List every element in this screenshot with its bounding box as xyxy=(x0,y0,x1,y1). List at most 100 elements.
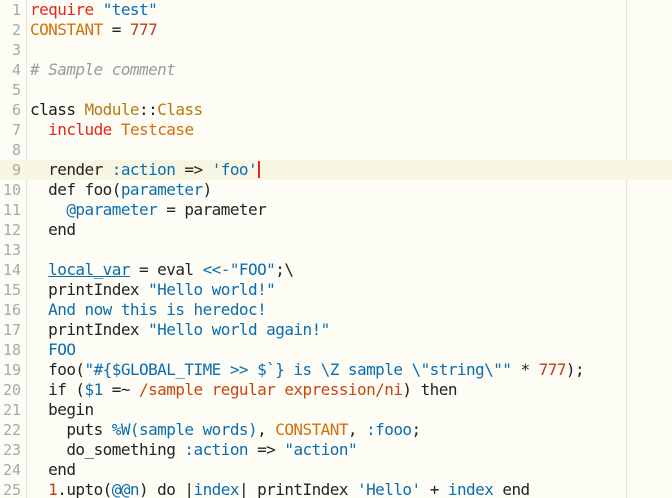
code-token: :action xyxy=(111,160,176,179)
code-token: printIndex xyxy=(30,320,149,339)
code-token: require xyxy=(30,0,94,19)
code-token: = xyxy=(102,20,130,39)
code-token: %W(sample words) xyxy=(111,420,258,439)
code-line[interactable]: 21 begin xyxy=(0,400,672,420)
line-number: 20 xyxy=(2,381,21,399)
line-number: 16 xyxy=(2,301,21,319)
line-source[interactable]: 1.upto(@@n) do |index| printIndex 'Hello… xyxy=(30,480,530,498)
code-line[interactable]: 18 FOO xyxy=(0,340,672,360)
code-line[interactable]: 10 def foo(parameter) xyxy=(0,180,672,200)
line-source[interactable]: local_var = eval <<-"FOO";\ xyxy=(30,260,294,280)
code-line[interactable]: 23 do_something :action => "action" xyxy=(0,440,672,460)
code-token: puts xyxy=(30,420,112,439)
code-line[interactable]: 14 local_var = eval <<-"FOO";\ xyxy=(0,260,672,280)
code-line[interactable]: 12 end xyxy=(0,220,672,240)
code-line[interactable]: 2 CONSTANT = 777 xyxy=(0,20,672,40)
code-token: 'Hello' xyxy=(357,480,421,498)
line-source[interactable]: foo("#{$GLOBAL_TIME >> $`} is \Z sample … xyxy=(30,360,584,380)
text-cursor xyxy=(258,161,261,178)
code-line[interactable]: 4 # Sample comment xyxy=(0,60,672,80)
code-line[interactable]: 1 require "test" xyxy=(0,0,672,20)
line-number: 4 xyxy=(11,61,21,79)
code-token: Class xyxy=(157,100,203,119)
code-editor[interactable]: 1 require "test" 2 CONSTANT = 777 3 4 # Sample… xyxy=(0,0,672,498)
code-token: "test" xyxy=(102,0,158,19)
line-source[interactable]: puts %W(sample words), CONSTANT, :fooo; xyxy=(30,420,421,440)
code-token: do_something xyxy=(30,440,185,459)
line-source[interactable]: printIndex "Hello world!" xyxy=(30,280,276,300)
code-token: index xyxy=(193,480,240,498)
line-source[interactable]: CONSTANT = 777 xyxy=(30,20,158,40)
line-number: 1 xyxy=(11,1,21,19)
line-number: 15 xyxy=(2,281,21,299)
line-source[interactable]: FOO xyxy=(30,340,76,360)
code-line[interactable]: 25 1.upto(@@n) do |index| printIndex 'He… xyxy=(0,480,672,498)
line-number: 10 xyxy=(2,181,21,199)
line-number: 21 xyxy=(2,401,21,419)
code-token: render xyxy=(30,160,112,179)
code-line[interactable]: 19 foo("#{$GLOBAL_TIME >> $`} is \Z samp… xyxy=(0,360,672,380)
line-number: 2 xyxy=(11,21,21,39)
code-token: ) then xyxy=(402,380,457,399)
line-source[interactable]: @parameter = parameter xyxy=(30,200,266,220)
code-line[interactable]: 5 xyxy=(0,80,672,100)
code-token: = eval xyxy=(129,260,203,279)
code-token: foo( xyxy=(30,360,85,379)
line-source[interactable]: render :action => 'foo' xyxy=(30,160,261,180)
line-source[interactable]: begin xyxy=(30,400,94,420)
line-number: 6 xyxy=(11,101,21,119)
code-line[interactable]: 24 end xyxy=(0,460,672,480)
code-token: =~ xyxy=(102,380,140,399)
code-line[interactable]: 9 render :action => 'foo' xyxy=(0,160,672,180)
code-line[interactable]: 11 @parameter = parameter xyxy=(0,200,672,220)
code-line[interactable]: 8 xyxy=(0,140,672,160)
code-token: @@n xyxy=(111,480,140,498)
line-source[interactable]: printIndex "Hello world again!" xyxy=(30,320,330,340)
code-token: ;\ xyxy=(275,260,294,279)
line-number: 24 xyxy=(2,461,21,479)
line-source[interactable]: end xyxy=(30,460,76,480)
code-token: "action" xyxy=(284,440,358,459)
code-token: FOO xyxy=(30,340,76,359)
line-source[interactable]: def foo(parameter) xyxy=(30,180,212,200)
code-token: ); xyxy=(565,360,585,379)
code-line[interactable]: 13 xyxy=(0,240,672,260)
code-token: class xyxy=(30,100,76,119)
line-source[interactable]: do_something :action => "action" xyxy=(30,440,357,460)
line-source[interactable]: And now this is heredoc! xyxy=(30,300,267,320)
line-source[interactable]: require "test" xyxy=(30,0,158,20)
code-line[interactable]: 16 And now this is heredoc! xyxy=(0,300,672,320)
code-token: include xyxy=(48,120,112,139)
code-token: => xyxy=(248,440,285,459)
code-token: @parameter xyxy=(66,200,158,219)
code-line[interactable]: 7 include Testcase xyxy=(0,120,672,140)
line-source[interactable]: include Testcase xyxy=(30,120,194,140)
line-source[interactable]: if ($1 =~ /sample regular expression/ni)… xyxy=(30,380,457,400)
line-source[interactable]: class Module::Class xyxy=(30,100,203,120)
line-source[interactable]: # Sample comment xyxy=(30,60,176,80)
line-source[interactable]: end xyxy=(30,220,76,240)
code-line[interactable]: 6 class Module::Class xyxy=(0,100,672,120)
code-token: end xyxy=(30,220,76,239)
code-token: :: xyxy=(139,100,158,119)
code-token: <<-"FOO" xyxy=(202,260,276,279)
code-token: 777 xyxy=(129,20,158,39)
code-token: + xyxy=(420,480,448,498)
code-token: ; xyxy=(411,420,422,439)
code-token: "Hello world!" xyxy=(148,280,276,299)
code-line[interactable]: 17 printIndex "Hello world again!" xyxy=(0,320,672,340)
code-token: 'foo' xyxy=(211,160,258,179)
code-token: :fooo xyxy=(366,420,412,439)
code-lines[interactable]: 1 require "test" 2 CONSTANT = 777 3 4 # Sample… xyxy=(0,0,672,498)
code-token: 777 xyxy=(538,360,567,379)
code-token: # Sample comment xyxy=(30,60,176,79)
code-line[interactable]: 15 printIndex "Hello world!" xyxy=(0,280,672,300)
code-line[interactable]: 20 if ($1 =~ /sample regular expression/… xyxy=(0,380,672,400)
code-line[interactable]: 22 puts %W(sample words), CONSTANT, :foo… xyxy=(0,420,672,440)
code-token: 1 xyxy=(48,480,58,498)
code-token: , xyxy=(257,420,276,439)
code-token: Module xyxy=(84,100,140,119)
code-line[interactable]: 3 xyxy=(0,40,672,60)
